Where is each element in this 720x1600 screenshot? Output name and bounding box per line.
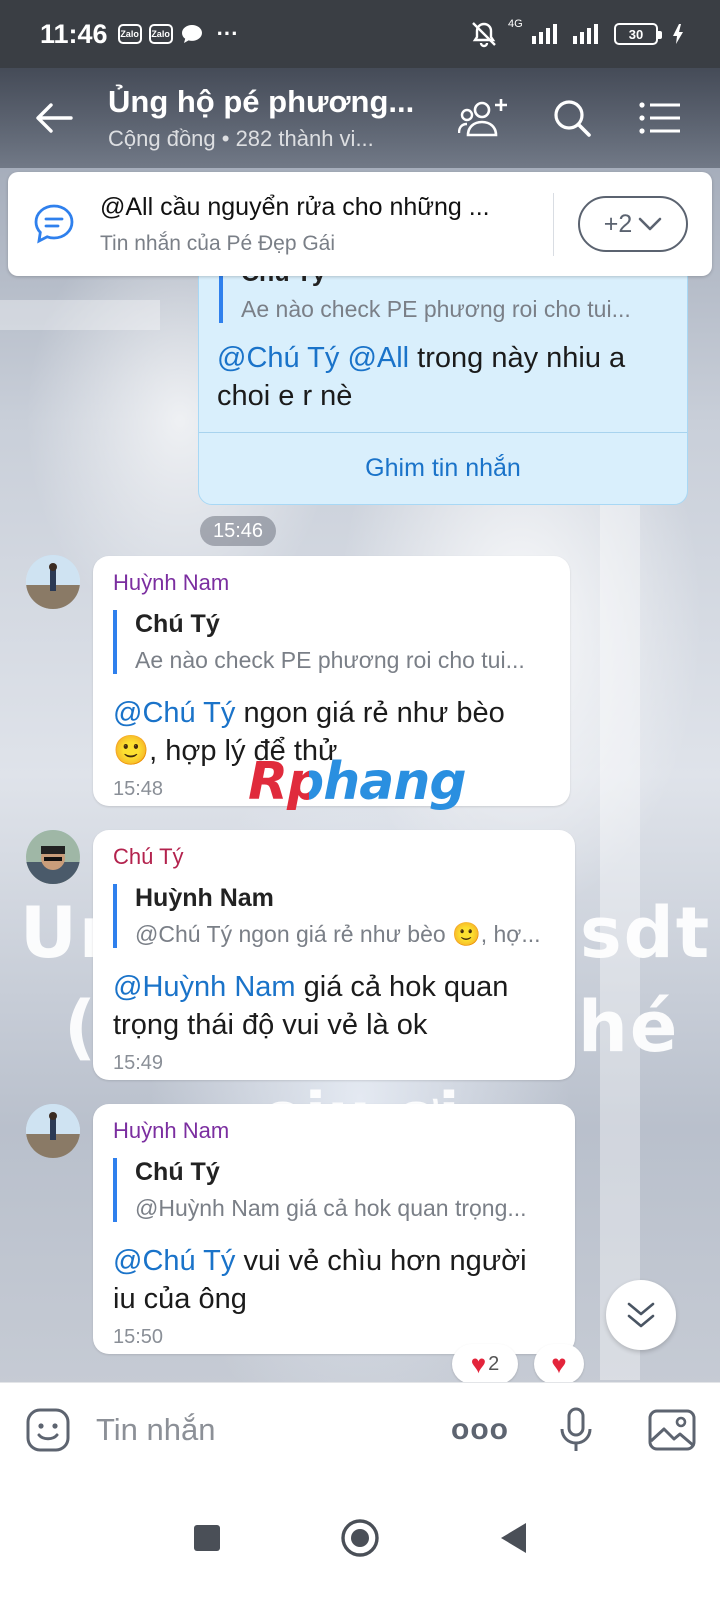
message-text: @Chú Tý vui vẻ chìu hơn người iu của ông: [113, 1242, 555, 1318]
quoted-sender: Chú Tý: [135, 1158, 220, 1186]
network-type: 4G: [508, 18, 523, 30]
pinned-chat-icon: [8, 202, 100, 246]
quoted-text: Ae nào check PE phương roi cho tui...: [135, 647, 525, 673]
signal-4g-icon: 4G: [508, 18, 557, 44]
message-bubble[interactable]: Huỳnh Nam Chú Tý @Huỳnh Nam giá cả hok q…: [93, 1104, 575, 1354]
mention[interactable]: @All: [347, 342, 409, 374]
emoji-button[interactable]: [0, 1407, 96, 1453]
reaction-count: 2: [488, 1352, 500, 1375]
mention[interactable]: @Chú Tý: [113, 1245, 235, 1277]
pinned-message-text: @All cầu nguyển rửa cho những ... Tin nh…: [100, 192, 554, 256]
zalo-notification-icon: Zalo: [117, 24, 142, 44]
charging-icon: [672, 23, 684, 45]
microphone-icon: [560, 1407, 592, 1451]
add-member-button[interactable]: [440, 68, 528, 168]
back-nav-button[interactable]: [498, 1521, 528, 1555]
quoted-text: Ae nào check PE phương roi cho tui...: [241, 296, 631, 322]
chat-header: Ủng hộ pé phương... Cộng đồng • 282 thàn…: [0, 68, 720, 168]
message-bubble[interactable]: Chú Tý Huỳnh Nam @Chú Tý ngon giá rẻ như…: [93, 830, 575, 1080]
quoted-text: @Huỳnh Nam giá cả hok quan trọng...: [135, 1195, 527, 1221]
quoted-sender: Huỳnh Nam: [135, 884, 274, 912]
arrow-left-icon: [36, 103, 73, 133]
pin-message-button[interactable]: Ghim tin nhắn: [199, 432, 687, 504]
sender-name[interactable]: Huỳnh Nam: [113, 1118, 555, 1144]
square-icon: [194, 1525, 220, 1551]
chat-bubble-notification-icon: [181, 24, 203, 44]
signal-icon: [573, 24, 598, 44]
battery-icon: 30: [614, 23, 662, 45]
chat-title-area[interactable]: Ủng hộ pé phương... Cộng đồng • 282 thàn…: [108, 84, 440, 152]
voice-button[interactable]: [528, 1407, 624, 1453]
circle-icon: [341, 1519, 379, 1557]
search-icon: [554, 100, 591, 137]
message-text: @Huỳnh Nam giá cả hok quan trọng thái độ…: [113, 968, 555, 1044]
image-icon: [648, 1409, 696, 1450]
system-nav-bar: [0, 1476, 720, 1600]
react-heart-button[interactable]: ♥: [534, 1344, 584, 1384]
home-button[interactable]: [340, 1518, 380, 1558]
message-input[interactable]: Tin nhắn: [96, 1412, 432, 1448]
mention[interactable]: @Chú Tý: [113, 697, 235, 729]
zalo-notification-icon: Zalo: [148, 24, 173, 44]
triangle-back-icon: [501, 1523, 526, 1553]
watermark-logo: Rphang: [248, 752, 467, 812]
reaction-summary[interactable]: ♥ 2: [452, 1344, 518, 1384]
menu-button[interactable]: [616, 68, 704, 168]
add-group-icon: [458, 99, 507, 137]
quoted-message[interactable]: Chú Tý Ae nào check PE phương roi cho tu…: [113, 610, 550, 674]
chevron-down-icon: [638, 217, 662, 231]
wallpaper-ledge: [0, 300, 160, 330]
wallpaper-text-2-right: hé: [578, 986, 680, 1068]
back-button[interactable]: [0, 68, 108, 168]
wallpaper-text-1-right: sdt: [580, 892, 712, 974]
chat-subtitle: Cộng đồng • 282 thành vi...: [108, 126, 374, 151]
search-button[interactable]: [528, 68, 616, 168]
quoted-message[interactable]: Chú Tý @Huỳnh Nam giá cả hok quan trọng.…: [113, 1158, 555, 1222]
avatar[interactable]: [26, 555, 80, 609]
mention[interactable]: @Chú Tý: [217, 342, 339, 374]
more-notifications-icon: ···: [216, 21, 239, 46]
scroll-to-bottom-button[interactable]: [606, 1280, 676, 1350]
battery-level: 30: [628, 26, 644, 42]
more-options-button[interactable]: ooo: [432, 1413, 528, 1447]
own-message-bubble[interactable]: Chú Tý Ae nào check PE phương roi cho tu…: [198, 240, 688, 505]
avatar[interactable]: [26, 1104, 80, 1158]
sender-name[interactable]: Chú Tý: [113, 844, 555, 870]
pinned-message-bar[interactable]: @All cầu nguyển rửa cho những ... Tin nh…: [8, 172, 712, 276]
more-dots-icon: ooo: [451, 1412, 509, 1446]
pinned-message-author: Tin nhắn của Pé Đẹp Gái: [100, 231, 336, 255]
status-time: 11:46: [40, 18, 108, 49]
message-time: 15:49: [113, 1052, 164, 1074]
quoted-sender: Chú Tý: [135, 610, 220, 638]
pinned-more-button[interactable]: +2: [578, 196, 688, 252]
double-chevron-down-icon: [627, 1302, 655, 1328]
quoted-message[interactable]: Huỳnh Nam @Chú Tý ngon giá rẻ như bèo 🙂,…: [113, 884, 555, 948]
heart-icon: ♥: [470, 1349, 487, 1379]
mute-bell-icon: [470, 20, 498, 48]
message-input-bar: Tin nhắn ooo: [0, 1382, 720, 1476]
chat-title: Ủng hộ pé phương...: [108, 84, 415, 119]
list-menu-icon: [639, 102, 680, 134]
pinned-more-count: +2: [603, 209, 633, 238]
recents-button[interactable]: [192, 1523, 222, 1553]
status-bar: 11:46 Zalo Zalo ··· 4G 30: [0, 0, 720, 68]
avatar[interactable]: [26, 830, 80, 884]
sticker-icon: [26, 1408, 70, 1451]
heart-icon: ♥: [551, 1349, 567, 1379]
mention[interactable]: @Huỳnh Nam: [113, 971, 296, 1003]
sender-name[interactable]: Huỳnh Nam: [113, 570, 550, 596]
image-button[interactable]: [624, 1409, 720, 1451]
pinned-message-title: @All cầu nguyển rửa cho những ...: [100, 192, 490, 221]
quoted-text: @Chú Tý ngon giá rẻ như bèo 🙂, hợ...: [135, 921, 541, 947]
message-time-chip: 15:46: [200, 516, 276, 546]
message-text: @Chú Tý @All trong này nhiu a choi e r n…: [217, 339, 667, 415]
